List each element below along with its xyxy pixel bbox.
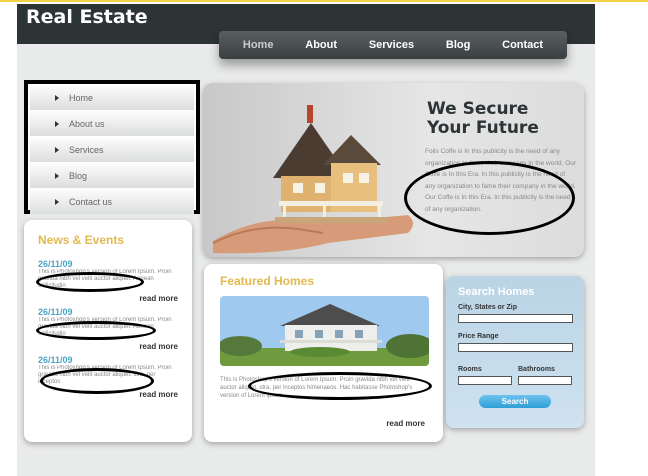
rooms-col: Rooms — [458, 362, 512, 385]
news-item: 26/11/09 This is Photoshop's version of … — [36, 259, 178, 303]
annotation-oval — [248, 372, 432, 400]
annotation-oval — [36, 272, 144, 292]
rooms-label: Rooms — [458, 366, 482, 373]
news-item: 26/11/09 This is Photoshop's version of … — [36, 307, 178, 351]
side-menu: Home About us Services Blog Contact us — [24, 80, 200, 214]
side-item-label: About us — [69, 118, 105, 129]
news-date: 26/11/09 — [38, 307, 73, 317]
featured-homes-panel: Featured Homes This is Photoshop's versi… — [204, 264, 443, 442]
news-item: 26/11/09 This is Photoshop's version of … — [38, 355, 178, 399]
bathrooms-col: Bathrooms — [518, 362, 572, 385]
city-input[interactable] — [458, 314, 573, 323]
news-panel: News & Events 26/11/09 This is Photoshop… — [24, 220, 192, 442]
nav-blog[interactable]: Blog — [446, 39, 470, 51]
side-item-contact[interactable]: Contact us — [30, 189, 194, 214]
nav-services[interactable]: Services — [369, 39, 414, 51]
search-title: Search Homes — [458, 286, 535, 298]
house-in-hand-image — [212, 105, 413, 254]
side-item-services[interactable]: Services — [30, 137, 194, 162]
nav-home[interactable]: Home — [243, 39, 274, 51]
bathrooms-label: Bathrooms — [518, 366, 555, 373]
side-item-label: Home — [69, 92, 94, 103]
side-item-about[interactable]: About us — [30, 111, 194, 136]
read-more-link[interactable]: read more — [38, 342, 178, 351]
arrow-right-icon — [55, 146, 59, 153]
bathrooms-input[interactable] — [518, 376, 572, 385]
featured-title: Featured Homes — [220, 274, 315, 288]
side-item-blog[interactable]: Blog — [30, 163, 194, 188]
nav-about[interactable]: About — [305, 39, 337, 51]
top-border — [0, 0, 648, 2]
featured-house-image[interactable] — [220, 296, 429, 366]
site-logo[interactable]: Real Estate — [26, 6, 148, 28]
annotation-oval — [404, 161, 575, 235]
price-label: Price Range — [458, 333, 499, 340]
nav-contact[interactable]: Contact — [502, 39, 543, 51]
arrow-right-icon — [55, 198, 59, 205]
rooms-row: Rooms Bathrooms — [458, 362, 572, 385]
read-more-link[interactable]: read more — [38, 294, 178, 303]
page: Real Estate Home About Services Blog Con… — [0, 0, 648, 476]
side-item-label: Contact us — [69, 196, 113, 207]
arrow-right-icon — [55, 94, 59, 101]
side-item-home[interactable]: Home — [30, 85, 194, 110]
side-item-label: Services — [69, 144, 104, 155]
annotation-oval — [36, 321, 156, 340]
news-date: 26/11/09 — [38, 355, 73, 365]
arrow-right-icon — [55, 172, 59, 179]
read-more-link[interactable]: read more — [386, 419, 425, 428]
annotation-oval — [40, 368, 154, 394]
side-item-label: Blog — [69, 170, 88, 181]
price-input[interactable] — [458, 343, 573, 352]
news-date: 26/11/09 — [38, 259, 73, 269]
search-homes-panel: Search Homes City, States or Zip Price R… — [446, 276, 584, 428]
city-label: City, States or Zip — [458, 304, 517, 311]
hero-banner: We Secure Your Future Foils Coffe is In … — [203, 83, 584, 257]
rooms-input[interactable] — [458, 376, 512, 385]
news-title: News & Events — [38, 233, 125, 247]
arrow-right-icon — [55, 120, 59, 127]
hero-title: We Secure Your Future — [427, 99, 539, 138]
main-nav: Home About Services Blog Contact — [219, 31, 567, 59]
search-button[interactable]: Search — [479, 395, 551, 408]
